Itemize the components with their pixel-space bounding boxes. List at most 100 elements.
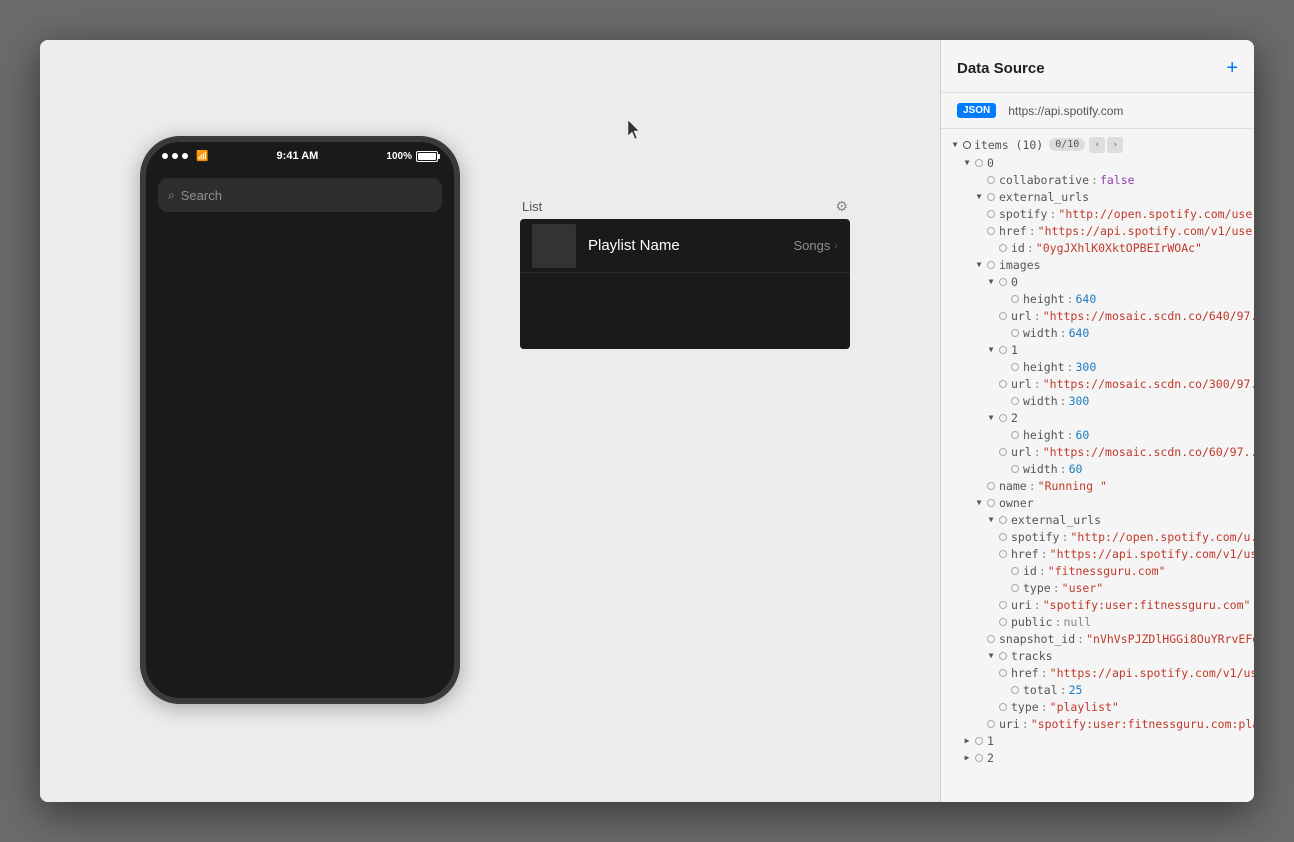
tree-key: width	[1023, 394, 1058, 408]
tree-dot	[999, 278, 1007, 286]
tree-value: "playlist"	[1050, 700, 1119, 714]
tree-dot	[975, 159, 983, 167]
list-row[interactable]: Playlist Name Songs ›	[520, 219, 850, 273]
tree-value: "spotify:user:fitnessguru.com"	[1043, 598, 1251, 612]
tree-key: tracks	[1011, 649, 1053, 663]
gear-icon[interactable]: ⚙	[835, 198, 848, 215]
tree-dot	[1011, 295, 1019, 303]
panel-header: Data Source +	[941, 40, 1254, 93]
tree-nodes: 0collaborative : falseexternal_urlsspoti…	[941, 154, 1254, 766]
json-badge: JSON	[957, 103, 996, 118]
statusbar-left: 📶	[162, 151, 208, 162]
toggle-arrow-down[interactable]	[985, 344, 997, 356]
tree-key: height	[1023, 292, 1065, 306]
tree-key: id	[1023, 564, 1037, 578]
tree-colon: :	[1061, 530, 1068, 544]
tree-colon: :	[1060, 326, 1067, 340]
list-header: List ⚙	[520, 198, 850, 215]
tree-key: external_urls	[1011, 513, 1101, 527]
search-placeholder: Search	[181, 188, 222, 203]
nav-arrows: ‹ ›	[1089, 137, 1123, 153]
items-badge: 0/10	[1049, 138, 1085, 151]
tree-key: total	[1023, 683, 1058, 697]
toggle-arrow-down[interactable]	[973, 191, 985, 203]
tree-node: width : 300	[941, 392, 1254, 409]
tree-value: "https://api.spotify.com/v1/users/ft..."	[1050, 547, 1254, 561]
battery-fill	[418, 153, 436, 160]
canvas-area: 📶 9:41 AM 100% ⌕ Search List	[40, 40, 940, 802]
tree-node[interactable]: 2	[941, 749, 1254, 766]
tree-node: url : "https://mosaic.scdn.co/640/97..."	[941, 307, 1254, 324]
iphone-mockup: 📶 9:41 AM 100% ⌕ Search	[140, 136, 460, 704]
tree-value: "https://api.spotify.com/v1/users/fitnes…	[1038, 224, 1254, 238]
tree-node: url : "https://mosaic.scdn.co/300/97..."	[941, 375, 1254, 392]
nav-left-arrow[interactable]: ‹	[1089, 137, 1105, 153]
toggle-arrow-down[interactable]	[985, 276, 997, 288]
tree-node[interactable]: images	[941, 256, 1254, 273]
tree-dot	[987, 720, 995, 728]
tree-dot	[999, 380, 1007, 388]
tree-colon: :	[1053, 581, 1060, 595]
tree-container[interactable]: items (10) 0/10 ‹ › 0collaborative : fal…	[941, 129, 1254, 802]
toggle-items[interactable]	[949, 139, 961, 151]
tree-colon: :	[1034, 377, 1041, 391]
tree-key: 2	[1011, 411, 1018, 425]
tree-dot	[1011, 431, 1019, 439]
tree-node[interactable]: 1	[941, 341, 1254, 358]
tree-node: height : 60	[941, 426, 1254, 443]
tree-colon: :	[1034, 445, 1041, 459]
tree-node: href : "https://api.spotify.com/v1/users…	[941, 545, 1254, 562]
toggle-arrow-right[interactable]	[961, 752, 973, 764]
tree-key: url	[1011, 309, 1032, 323]
tree-value: "fitnessguru.com"	[1048, 564, 1166, 578]
tree-key: uri	[1011, 598, 1032, 612]
tree-root[interactable]: items (10) 0/10 ‹ ›	[941, 135, 1254, 154]
toggle-arrow-down[interactable]	[985, 514, 997, 526]
tree-key: url	[1011, 445, 1032, 459]
tree-key: snapshot_id	[999, 632, 1075, 646]
list-label: List	[522, 199, 542, 214]
tree-key: type	[1023, 581, 1051, 595]
tree-node[interactable]: external_urls	[941, 511, 1254, 528]
tree-key: url	[1011, 377, 1032, 391]
tree-key: owner	[999, 496, 1034, 510]
search-bar[interactable]: ⌕ Search	[158, 178, 442, 212]
tree-value: false	[1100, 173, 1135, 187]
tree-value: "https://mosaic.scdn.co/300/97..."	[1043, 377, 1254, 391]
tree-node: total : 25	[941, 681, 1254, 698]
tree-dot	[987, 210, 995, 218]
tree-key: external_urls	[999, 190, 1089, 204]
tree-value: 640	[1075, 292, 1096, 306]
toggle-arrow-down[interactable]	[973, 259, 985, 271]
tree-node[interactable]: 0	[941, 273, 1254, 290]
statusbar: 📶 9:41 AM 100%	[146, 142, 454, 170]
tree-colon: :	[1022, 717, 1029, 731]
toggle-arrow-down[interactable]	[961, 157, 973, 169]
tree-dot	[999, 516, 1007, 524]
statusbar-time: 9:41 AM	[277, 150, 319, 162]
nav-right-arrow[interactable]: ›	[1107, 137, 1123, 153]
tree-node[interactable]: external_urls	[941, 188, 1254, 205]
tree-value: 640	[1069, 326, 1090, 340]
tree-node[interactable]: 2	[941, 409, 1254, 426]
tree-dot	[987, 227, 995, 235]
tree-key: 0	[1011, 275, 1018, 289]
add-button[interactable]: +	[1226, 58, 1238, 78]
tree-colon: :	[1027, 241, 1034, 255]
tree-node[interactable]: 0	[941, 154, 1254, 171]
toggle-arrow-down[interactable]	[985, 650, 997, 662]
toggle-arrow-down[interactable]	[973, 497, 985, 509]
tree-node[interactable]: 1	[941, 732, 1254, 749]
json-url[interactable]: https://api.spotify.com	[1008, 104, 1123, 118]
tree-value: null	[1063, 615, 1091, 629]
tree-colon: :	[1077, 632, 1084, 646]
toggle-arrow-right[interactable]	[961, 735, 973, 747]
list-empty-row	[520, 273, 850, 349]
panel-title: Data Source	[957, 60, 1045, 77]
tree-node[interactable]: owner	[941, 494, 1254, 511]
tree-node[interactable]: tracks	[941, 647, 1254, 664]
tree-colon: :	[1041, 700, 1048, 714]
toggle-arrow-down[interactable]	[985, 412, 997, 424]
list-title: Playlist Name	[588, 237, 781, 254]
tree-dot	[999, 550, 1007, 558]
